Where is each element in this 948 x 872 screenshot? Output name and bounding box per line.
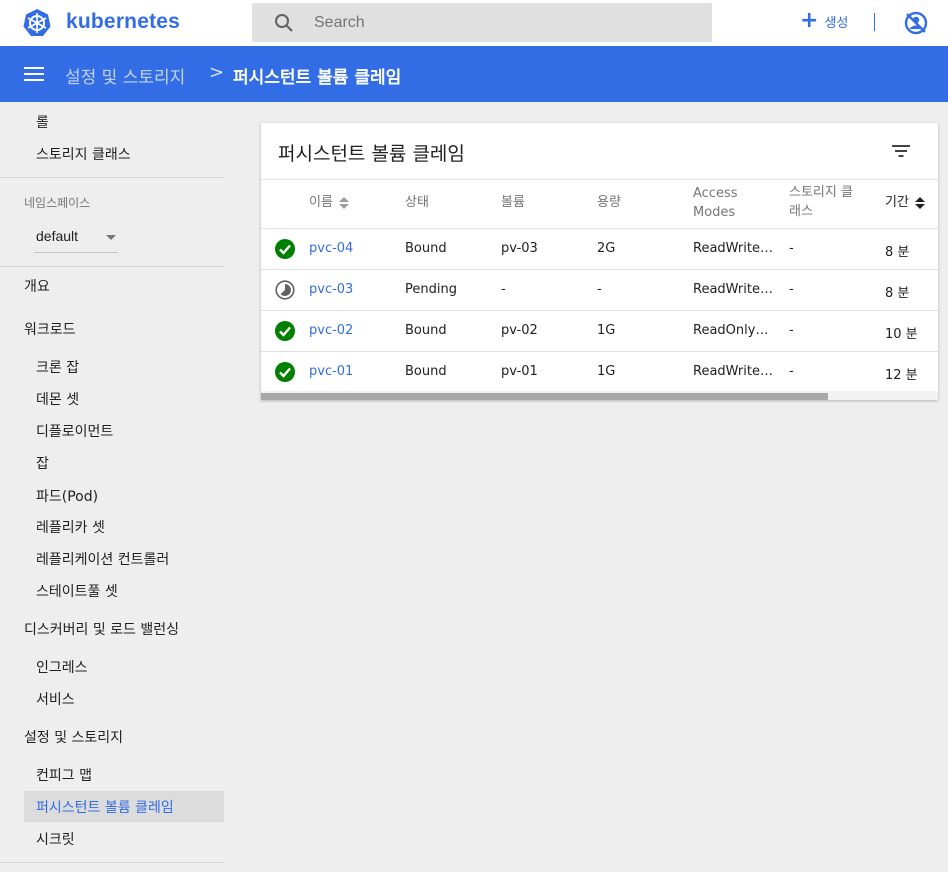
- sidebar-section-config-storage[interactable]: 설정 및 스토리지: [24, 727, 123, 747]
- account-icon[interactable]: [904, 11, 928, 35]
- age-cell: 12 분: [885, 368, 918, 383]
- capacity-cell: 2G: [597, 241, 616, 256]
- pvc-card: 퍼시스턴트 볼륨 클레임 이름 상태 볼륨 용량 Access Modes 스토…: [261, 123, 938, 400]
- sidebar-item-replicasets[interactable]: 레플리카 셋: [36, 517, 105, 537]
- sidebar-item-statefulsets[interactable]: 스테이트풀 셋: [36, 581, 118, 601]
- sidebar-item-secrets[interactable]: 시크릿: [36, 829, 75, 849]
- pvc-name-link[interactable]: pvc-01: [309, 364, 353, 379]
- title-bar: 설정 및 스토리지 > 퍼시스턴트 볼륨 클레임: [0, 46, 948, 102]
- check-circle-icon: [275, 239, 295, 259]
- toolbar-divider: [874, 13, 875, 31]
- column-header-storage-line1: 스토리지 클: [789, 185, 853, 200]
- kubernetes-logo-icon[interactable]: [22, 8, 52, 38]
- column-header-age-label: 기간: [885, 195, 909, 210]
- sidebar-divider: [0, 862, 224, 863]
- sidebar-item-deployments[interactable]: 디플로이먼트: [36, 421, 113, 441]
- sidebar-item-configmaps[interactable]: 컨피그 맵: [36, 765, 92, 785]
- status-cell: Pending: [405, 282, 457, 297]
- filter-icon[interactable]: [891, 143, 911, 159]
- status-cell: Bound: [405, 241, 447, 256]
- age-cell: 8 분: [885, 286, 910, 301]
- sidebar-divider: [0, 266, 224, 267]
- sidebar-item-persistent-volume-claims[interactable]: 퍼시스턴트 볼륨 클레임: [36, 797, 174, 817]
- capacity-cell: 1G: [597, 323, 616, 338]
- access-modes-cell: ReadWrite…: [693, 282, 773, 297]
- sidebar-section-discovery[interactable]: 디스커버리 및 로드 밸런싱: [24, 619, 179, 639]
- capacity-cell: -: [597, 282, 602, 297]
- pvc-name-link[interactable]: pvc-02: [309, 323, 353, 338]
- column-header-name[interactable]: 이름: [309, 193, 349, 212]
- search-input[interactable]: [314, 11, 694, 35]
- volume-cell: pv-03: [501, 241, 538, 256]
- column-header-access-line1: Access: [693, 186, 738, 201]
- namespace-label: 네임스페이스: [24, 196, 91, 210]
- brand-name[interactable]: kubernetes: [66, 10, 180, 34]
- sidebar-item-overview[interactable]: 개요: [24, 276, 50, 296]
- sidebar-item-roles[interactable]: 롤: [36, 112, 49, 132]
- table-row[interactable]: pvc-01 Bound pv-01 1G ReadWrite… - 12 분: [261, 352, 938, 393]
- card-title: 퍼시스턴트 볼륨 클레임: [278, 143, 465, 165]
- volume-cell: pv-02: [501, 323, 538, 338]
- sort-icon: [338, 196, 349, 210]
- sidebar-item-services[interactable]: 서비스: [36, 689, 75, 709]
- storage-class-cell: -: [789, 323, 794, 338]
- table-row[interactable]: pvc-03 Pending - - ReadWrite… - 8 분: [261, 270, 938, 311]
- breadcrumb-parent[interactable]: 설정 및 스토리지: [65, 63, 185, 88]
- age-cell: 10 분: [885, 327, 918, 342]
- sidebar-item-ingresses[interactable]: 인그레스: [36, 657, 88, 677]
- status-cell: Bound: [405, 323, 447, 338]
- column-header-status: 상태: [405, 195, 429, 210]
- storage-class-cell: -: [789, 364, 794, 379]
- column-header-age[interactable]: 기간: [885, 193, 925, 212]
- namespace-value: default: [36, 228, 79, 244]
- volume-cell: pv-01: [501, 364, 538, 379]
- check-circle-icon: [275, 321, 295, 341]
- access-modes-cell: ReadWrite…: [693, 364, 773, 379]
- plus-icon: +: [800, 8, 819, 33]
- access-modes-cell: ReadOnly…: [693, 323, 769, 338]
- sidebar: 롤 스토리지 클래스 네임스페이스 default 개요 워크로드 크론 잡 데…: [0, 102, 240, 872]
- table-row[interactable]: pvc-02 Bound pv-02 1G ReadOnly… - 10 분: [261, 311, 938, 352]
- search-icon: [275, 14, 293, 32]
- dropdown-arrow-icon: [106, 235, 116, 240]
- column-header-access-line2: Modes: [693, 205, 736, 220]
- column-header-capacity: 용량: [597, 195, 621, 210]
- sidebar-section-workloads[interactable]: 워크로드: [24, 319, 76, 339]
- sidebar-item-jobs[interactable]: 잡: [36, 453, 49, 473]
- volume-cell: -: [501, 282, 506, 297]
- sidebar-item-daemonsets[interactable]: 데몬 셋: [36, 389, 79, 409]
- table-row[interactable]: pvc-04 Bound pv-03 2G ReadWrite… - 8 분: [261, 229, 938, 270]
- create-button[interactable]: + 생성: [800, 8, 848, 34]
- check-circle-icon: [275, 362, 295, 382]
- sidebar-item-cronjobs[interactable]: 크론 잡: [36, 357, 79, 377]
- storage-class-cell: -: [789, 282, 794, 297]
- capacity-cell: 1G: [597, 364, 616, 379]
- column-header-volume: 볼륨: [501, 195, 525, 210]
- horizontal-scrollbar-thumb[interactable]: [261, 393, 828, 400]
- page-title: 퍼시스턴트 볼륨 클레임: [233, 68, 402, 88]
- sidebar-item-pods[interactable]: 파드(Pod): [36, 486, 98, 506]
- top-bar: kubernetes + 생성: [0, 0, 948, 46]
- pvc-name-link[interactable]: pvc-04: [309, 241, 353, 256]
- pvc-name-link[interactable]: pvc-03: [309, 282, 353, 297]
- sort-icon: [914, 196, 925, 210]
- chevron-right-icon: >: [209, 62, 225, 83]
- age-cell: 8 분: [885, 245, 910, 260]
- search-box: [252, 3, 712, 42]
- status-cell: Bound: [405, 364, 447, 379]
- sidebar-item-storage-classes[interactable]: 스토리지 클래스: [36, 144, 131, 164]
- pending-icon: [275, 280, 295, 300]
- sidebar-item-replication-controllers[interactable]: 레플리케이션 컨트롤러: [36, 549, 169, 569]
- column-header-access-modes: Access Modes: [693, 184, 738, 222]
- sidebar-divider: [0, 177, 224, 178]
- header-divider: [261, 179, 938, 180]
- column-header-storage-line2: 래스: [789, 204, 813, 219]
- namespace-select[interactable]: default: [34, 220, 118, 253]
- column-header-storage-class: 스토리지 클 래스: [789, 183, 853, 221]
- create-label: 생성: [824, 15, 849, 31]
- access-modes-cell: ReadWrite…: [693, 241, 773, 256]
- menu-icon[interactable]: [24, 67, 44, 82]
- column-header-name-label: 이름: [309, 195, 333, 210]
- storage-class-cell: -: [789, 241, 794, 256]
